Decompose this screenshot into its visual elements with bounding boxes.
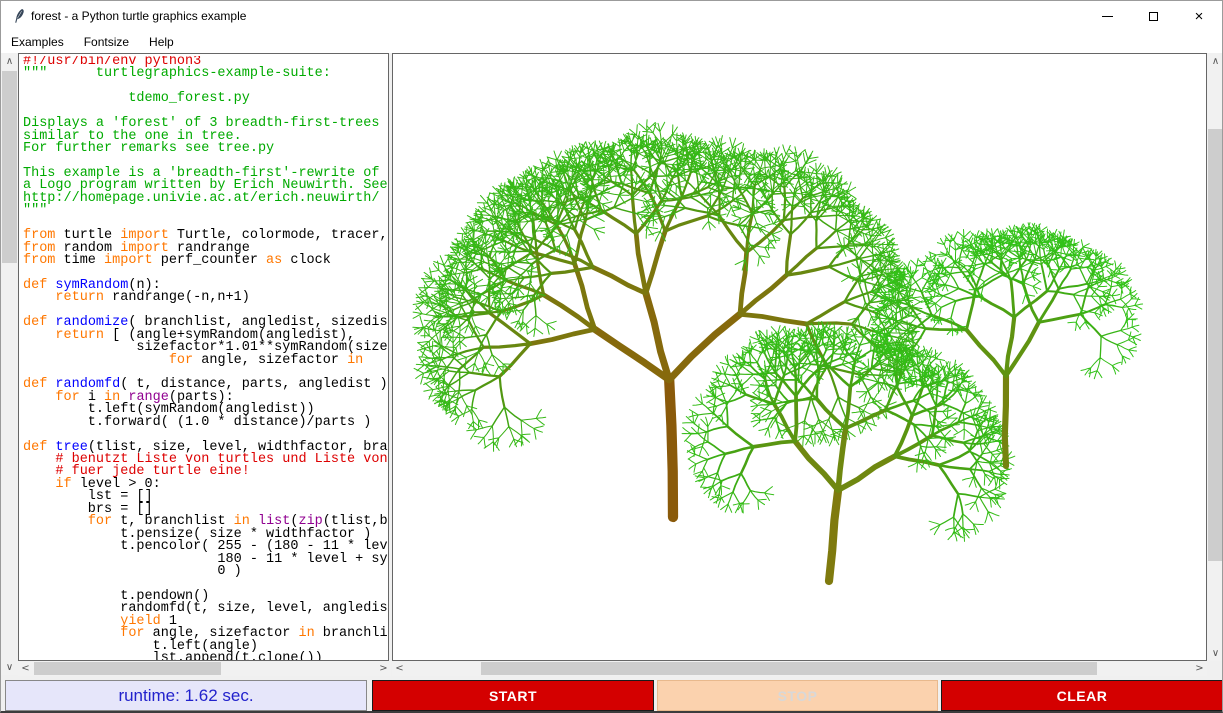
menu-help[interactable]: Help — [139, 31, 184, 53]
scroll-thumb[interactable] — [34, 662, 221, 675]
python-feather-icon — [11, 8, 27, 24]
scroll-left-icon[interactable]: < — [392, 661, 407, 676]
maximize-button[interactable] — [1130, 1, 1176, 31]
code-line: lst.append(t.clone()) — [23, 653, 388, 660]
stop-button[interactable]: STOP — [657, 680, 938, 711]
status-bar: runtime: 1.62 sec. START STOP CLEAR — [1, 676, 1222, 712]
code-line: http://homepage.univie.ac.at/erich.neuwi… — [23, 193, 388, 205]
scroll-thumb[interactable] — [481, 662, 1097, 675]
close-button[interactable]: × — [1176, 1, 1222, 31]
code-line: return randrange(-n,n+1) — [23, 292, 388, 304]
scroll-right-icon[interactable]: > — [376, 661, 391, 676]
scroll-up-icon[interactable]: ∧ — [1207, 53, 1223, 69]
scroll-down-icon[interactable]: ∨ — [1207, 645, 1223, 661]
scroll-thumb[interactable] — [1208, 129, 1223, 561]
code-editor-pane[interactable]: #!/usr/bin/env python3""" turtlegraphics… — [18, 53, 389, 661]
maximize-icon — [1149, 12, 1158, 21]
scroll-right-icon[interactable]: > — [1192, 661, 1207, 676]
app-window: forest - a Python turtle graphics exampl… — [0, 0, 1223, 713]
close-icon: × — [1195, 9, 1204, 24]
turtle-drawing — [393, 54, 1206, 660]
code-line: """ — [23, 205, 388, 217]
code-line: 0 ) — [23, 566, 388, 578]
code-line: """ turtlegraphics-example-suite: — [23, 68, 388, 80]
runtime-display: runtime: 1.62 sec. — [5, 680, 367, 711]
scrollbar-corner — [1207, 661, 1223, 676]
menu-examples[interactable]: Examples — [1, 31, 74, 53]
window-title: forest - a Python turtle graphics exampl… — [31, 9, 246, 23]
canvas-horizontal-scrollbar[interactable]: < > — [392, 661, 1207, 676]
minimize-button[interactable] — [1084, 1, 1130, 31]
code-text: #!/usr/bin/env python3""" turtlegraphics… — [23, 56, 388, 660]
canvas-vertical-scrollbar[interactable]: ∧ ∨ — [1207, 53, 1223, 661]
code-line: t.forward( (1.0 * distance)/parts ) — [23, 417, 388, 429]
code-line: tdemo_forest.py — [23, 93, 388, 105]
code-line: from time import perf_counter as clock — [23, 255, 388, 267]
code-line: for angle, sizefactor in — [23, 355, 388, 367]
clear-button[interactable]: CLEAR — [941, 680, 1223, 711]
scroll-down-icon[interactable]: ∨ — [1, 659, 18, 675]
menu-fontsize[interactable]: Fontsize — [74, 31, 139, 53]
code-line: For further remarks see tree.py — [23, 143, 388, 155]
scroll-thumb[interactable] — [2, 71, 17, 263]
start-button[interactable]: START — [372, 680, 654, 711]
turtle-canvas[interactable] — [392, 53, 1207, 661]
title-bar: forest - a Python turtle graphics exampl… — [1, 1, 1222, 31]
scroll-up-icon[interactable]: ∧ — [1, 53, 18, 69]
minimize-icon — [1102, 16, 1113, 17]
scroll-left-icon[interactable]: < — [18, 661, 33, 676]
code-vertical-scrollbar[interactable]: ∧ ∨ — [1, 53, 18, 675]
code-horizontal-scrollbar[interactable]: < > — [18, 661, 391, 676]
menu-bar: Examples Fontsize Help — [1, 31, 1222, 53]
